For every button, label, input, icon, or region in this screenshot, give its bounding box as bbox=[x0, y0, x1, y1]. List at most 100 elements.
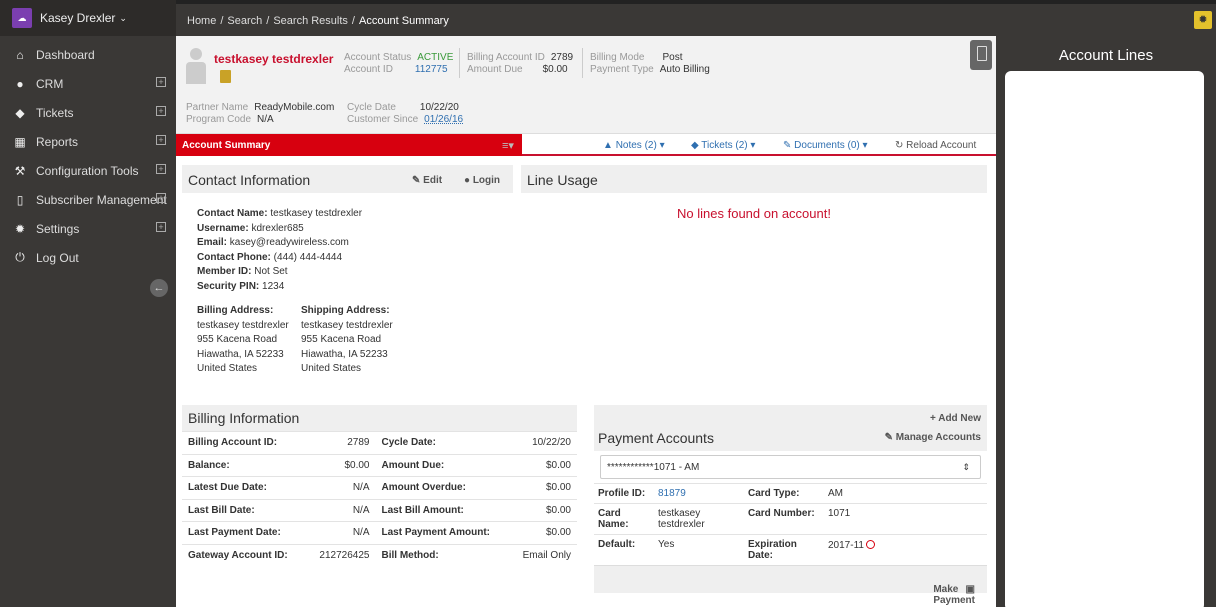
tab-tickets[interactable]: ◆ Tickets (2) ▾ bbox=[691, 140, 755, 151]
expand-icon[interactable]: + bbox=[156, 77, 166, 87]
sidebar-item-crm[interactable]: ● CRM + bbox=[0, 69, 176, 98]
program-code: Program Code N/A bbox=[186, 114, 274, 125]
account-lines-panel: Account Lines bbox=[996, 36, 1216, 607]
topbar: Home / Search / Search Results / Account Summa… bbox=[176, 0, 1216, 36]
customer-name: testkasey testdrexler bbox=[214, 52, 334, 66]
no-lines-message: No lines found on account! bbox=[677, 206, 831, 221]
table-row: Profile ID: 81879 Card Type: AM bbox=[594, 483, 987, 504]
expand-icon[interactable]: + bbox=[156, 193, 166, 203]
amount-due: Amount Due $0.00 bbox=[467, 64, 568, 75]
account-id: Account ID 112775 bbox=[344, 64, 448, 75]
profile-id-link[interactable]: 81879 bbox=[654, 483, 744, 504]
sidebar-item-settings[interactable]: ✹ Settings + bbox=[0, 214, 176, 243]
tag-icon: ◆ bbox=[15, 105, 25, 120]
line-usage-panel: Line Usage No lines found on account! bbox=[521, 165, 987, 221]
add-new-button[interactable]: + Add New bbox=[930, 413, 981, 424]
breadcrumb-search[interactable]: Search bbox=[227, 15, 262, 27]
user-icon: ● bbox=[16, 76, 24, 91]
collapse-sidebar-button[interactable]: ← bbox=[150, 279, 168, 297]
panel-title: Payment Accounts bbox=[598, 430, 714, 446]
table-row: Latest Due Date: N/A Amount Overdue: $0.00 bbox=[182, 476, 577, 499]
mobile-icon: ▯ bbox=[16, 192, 24, 207]
contact-information-panel: Contact Information ✎ Edit ● Login Conta… bbox=[182, 165, 513, 377]
user-menu[interactable]: ☁ Kasey Drexler ⌄ bbox=[0, 0, 176, 36]
sidebar-item-subscriber-management[interactable]: ▯ Subscriber Management + bbox=[0, 185, 176, 214]
payment-account-select[interactable]: ************1071 - AM ⇕ bbox=[600, 455, 981, 479]
expand-icon[interactable]: + bbox=[156, 222, 166, 232]
table-row: Balance: $0.00 Amount Due: $0.00 bbox=[182, 453, 577, 477]
login-button[interactable]: ● Login bbox=[464, 175, 500, 186]
home-icon: ⌂ bbox=[16, 47, 24, 62]
sidebar-nav: ⌂ Dashboard ● CRM + ◆ Tickets + ▦ Reports + ⚒ Co… bbox=[0, 36, 176, 272]
settings-gear-button[interactable]: ✹ bbox=[1194, 11, 1212, 29]
member-id-row: Member ID: Not Set bbox=[197, 266, 288, 277]
paperclip-icon: ✎ bbox=[783, 140, 795, 151]
menu-icon[interactable]: ≡▾ bbox=[502, 139, 514, 152]
tag-icon: ◆ bbox=[691, 140, 702, 151]
table-row: Last Payment Date: N/A Last Payment Amount… bbox=[182, 521, 577, 544]
user-icon: ● bbox=[464, 175, 471, 186]
panel-title: Contact Information bbox=[188, 172, 311, 188]
panel-title: Billing Information bbox=[188, 410, 300, 426]
contact-name-row: Contact Name: testkasey testdrexler bbox=[197, 208, 363, 219]
tab-notes[interactable]: ▲ Notes (2) ▾ bbox=[603, 140, 665, 151]
plus-icon: + bbox=[929, 413, 936, 424]
contact-phone-row: Contact Phone: (444) 444-4444 bbox=[197, 251, 343, 263]
sidebar-item-dashboard[interactable]: ⌂ Dashboard bbox=[0, 40, 176, 69]
billing-mode: Billing Mode Post bbox=[590, 52, 683, 63]
tab-account-summary[interactable]: Account Summary bbox=[176, 134, 522, 156]
main-content: testkasey testdrexler Account Status ACTI… bbox=[176, 36, 996, 607]
payment-accounts-panel: Payment Accounts + Add New ✎ Manage Acco… bbox=[594, 405, 987, 606]
sidebar-item-log-out[interactable]: ⏻ Log Out bbox=[0, 243, 176, 272]
power-icon: ⏻ bbox=[15, 250, 25, 264]
billing-account-id: Billing Account ID 2789 bbox=[467, 52, 574, 63]
account-lines-list bbox=[1005, 71, 1204, 607]
payment-type: Payment Type Auto Billing bbox=[590, 64, 710, 75]
account-header: testkasey testdrexler Account Status ACTI… bbox=[176, 36, 996, 134]
sidebar-item-configuration-tools[interactable]: ⚒ Configuration Tools + bbox=[0, 156, 176, 185]
breadcrumb-home[interactable]: Home bbox=[187, 15, 216, 27]
partner-name: Partner Name ReadyMobile.com bbox=[186, 102, 335, 113]
billing-address: Billing Address: testkasey testdrexler 9… bbox=[197, 305, 289, 374]
sidebar-item-reports[interactable]: ▦ Reports + bbox=[0, 127, 176, 156]
panel-title: Line Usage bbox=[527, 172, 598, 188]
edit-button[interactable]: ✎ Edit bbox=[412, 175, 442, 186]
breadcrumb-search-results[interactable]: Search Results bbox=[273, 15, 348, 27]
chevron-down-icon: ⌄ bbox=[119, 12, 127, 23]
gear-icon: ✹ bbox=[1198, 14, 1208, 26]
phone-icon[interactable] bbox=[970, 40, 992, 70]
table-row: Gateway Account ID: 212726425 Bill Method:… bbox=[182, 543, 577, 567]
payment-account-details: Profile ID: 81879 Card Type: AM Card Name… bbox=[594, 483, 987, 565]
brand-logo: ☁ bbox=[12, 8, 32, 28]
expand-icon[interactable]: + bbox=[156, 135, 166, 145]
shipping-address: Shipping Address: testkasey testdrexler … bbox=[301, 305, 393, 374]
user-name: Kasey Drexler bbox=[40, 11, 116, 25]
table-icon: ▦ bbox=[14, 134, 26, 149]
cycle-date: Cycle Date 10/22/20 bbox=[347, 102, 459, 113]
arrow-left-icon: ← bbox=[153, 282, 165, 294]
notebook-icon[interactable] bbox=[220, 70, 231, 83]
table-row: Default: Yes Expiration Date: 2017-11 bbox=[594, 534, 987, 565]
account-status: Account Status ACTIVE bbox=[344, 52, 454, 63]
customer-since: Customer Since 01/26/16 bbox=[347, 114, 464, 125]
expand-icon[interactable]: + bbox=[156, 164, 166, 174]
billing-table: Billing Account ID: 2789 Cycle Date: 10/22/… bbox=[182, 431, 577, 567]
tab-documents[interactable]: ✎ Documents (0) ▾ bbox=[783, 140, 868, 151]
avatar bbox=[184, 48, 208, 86]
sidebar: ☁ Kasey Drexler ⌄ ⌂ Dashboard ● CRM + ◆ Tick… bbox=[0, 0, 176, 607]
bell-icon: ▲ bbox=[603, 140, 616, 151]
sidebar-item-tickets[interactable]: ◆ Tickets + bbox=[0, 98, 176, 127]
expand-icon[interactable]: + bbox=[156, 106, 166, 116]
billing-information-panel: Billing Information Billing Account ID: 2… bbox=[182, 405, 577, 567]
email-row: Email: kasey@readywireless.com bbox=[197, 237, 349, 248]
manage-accounts-button[interactable]: ✎ Manage Accounts bbox=[885, 432, 981, 443]
table-row: Billing Account ID: 2789 Cycle Date: 10/22/… bbox=[182, 431, 577, 454]
breadcrumb-current: Account Summary bbox=[358, 15, 449, 27]
breadcrumb: Home / Search / Search Results / Account Summa… bbox=[187, 15, 449, 27]
wrench-icon: ⚒ bbox=[14, 163, 26, 178]
reload-account-button[interactable]: ↻ Reload Account bbox=[895, 140, 976, 151]
table-row: Last Bill Date: N/A Last Bill Amount: $0.00 bbox=[182, 498, 577, 522]
select-arrows-icon: ⇕ bbox=[962, 462, 970, 472]
tab-bar: Account Summary ≡▾ ▲ Notes (2) ▾ ◆ Ticke… bbox=[176, 134, 996, 156]
username-row: Username: kdrexler685 bbox=[197, 222, 304, 234]
